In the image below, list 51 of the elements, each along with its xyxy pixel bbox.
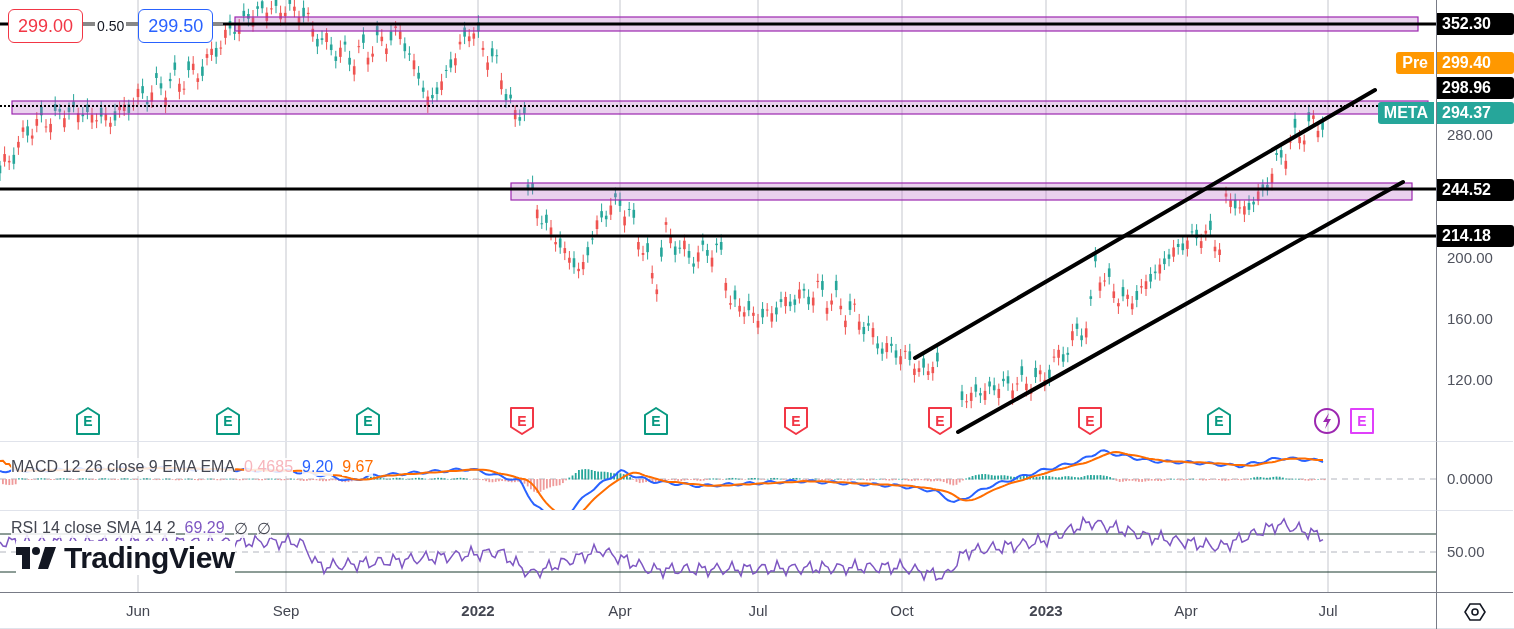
price-label: 299.40 [1437,52,1514,74]
earnings-marker[interactable]: E [509,406,535,436]
price-tick: 160.00 [1447,310,1493,328]
price-tick: 200.00 [1447,249,1493,267]
trend-line[interactable] [913,88,1377,360]
earnings-marker[interactable]: E [215,406,241,436]
settings-icon[interactable] [1464,602,1486,622]
signal-value: 9.67 [342,458,374,476]
sell-price-button[interactable]: 299.00 [8,9,84,43]
rsi-extra-value: ∅ [256,519,271,538]
trend-line[interactable] [956,180,1405,434]
time-label: Apr [608,602,632,619]
time-label: Oct [890,602,914,619]
rsi-extra-value: ∅ [233,519,248,538]
time-label: Jul [1318,602,1338,619]
time-label: 2022 [461,602,495,619]
price-label: 294.37 [1437,102,1514,124]
price-tick: 120.00 [1447,371,1493,389]
logo-icon [16,547,58,569]
indicator-legend: MACD 12 26 close 9 EMA EMA [11,458,236,476]
earnings-marker[interactable]: E [783,406,809,436]
price-label: 244.52 [1437,179,1514,201]
time-label: Sep [272,602,300,619]
price-zone[interactable] [234,16,1419,32]
axis-tick: 0.0000 [1447,470,1493,487]
price-label: 352.30 [1437,13,1514,35]
session-tag: Pre [1396,52,1434,74]
macd-value: 9.20 [302,458,334,476]
time-label: Apr [1174,602,1198,619]
buy-price-button[interactable]: 299.50 [138,9,214,43]
indicator-legend: RSI 14 close SMA 14 2 [11,519,176,538]
time-label: 2023 [1029,602,1063,619]
time-label: Jun [125,602,151,619]
histogram-value: 0.4685 [244,458,294,476]
earnings-marker[interactable]: E [1349,406,1375,436]
earnings-marker[interactable]: E [1077,406,1103,436]
earnings-marker[interactable]: E [355,406,381,436]
lightning-icon[interactable] [1314,406,1340,436]
price-label: 214.18 [1437,225,1514,247]
price-label: 298.96 [1437,77,1514,99]
price-zone[interactable] [510,182,1413,201]
axis-tick: 50.00 [1447,543,1485,560]
time-label: Jul [748,602,768,619]
earnings-marker[interactable]: E [643,406,669,436]
earnings-marker[interactable]: E [927,406,953,436]
spread-value: 0.50 [95,18,127,34]
earnings-marker[interactable]: E [75,406,101,436]
rsi-value: 69.29 [184,519,225,538]
price-tick: 280.00 [1447,126,1493,144]
earnings-marker[interactable]: E [1206,406,1232,436]
symbol-tag: META [1377,102,1434,124]
